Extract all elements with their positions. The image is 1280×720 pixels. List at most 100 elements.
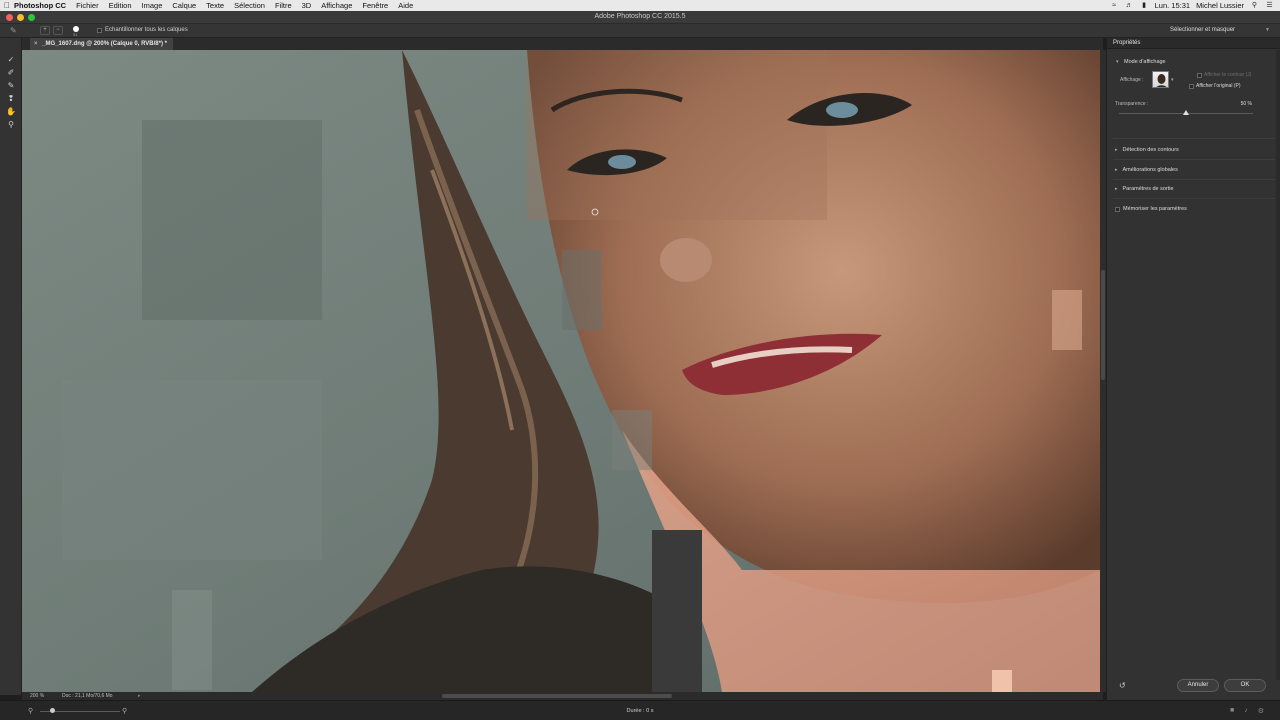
tools-panel: ✓ ✐ ✎ ❢ ✋ ⚲ [0, 38, 22, 695]
section-global-refinements[interactable]: ▸ Améliorations globales [1115, 167, 1178, 173]
menu-selection[interactable]: Sélection [234, 1, 265, 10]
display-label: Affichage : [1120, 77, 1144, 83]
sample-all-layers-label: Echantillonner tous les calques [105, 27, 188, 33]
workspace-select[interactable]: Sélectionner et masquer ▼ [1170, 26, 1270, 35]
brush-add-button[interactable]: + [40, 26, 50, 35]
menu-aide[interactable]: Aide [398, 1, 413, 10]
remember-settings-option[interactable]: Mémoriser les paramètres [1115, 206, 1187, 212]
brush-size-value: 31 [73, 32, 78, 37]
hand-tool-icon[interactable]: ✋ [5, 106, 17, 117]
remember-settings-checkbox[interactable] [1115, 206, 1120, 212]
reset-icon[interactable]: ↺ [1119, 681, 1126, 690]
chevron-right-icon: ▸ [1115, 167, 1118, 173]
section-output-settings-label: Paramètres de sortie [1122, 186, 1174, 192]
remember-settings-label: Mémoriser les paramètres [1123, 206, 1187, 212]
battery-icon[interactable]: ▮ [1140, 2, 1149, 10]
divider [1113, 179, 1275, 180]
doc-size-info: Doc : 21,1 Mo/70,6 Mo [62, 693, 113, 699]
view-mode-thumbnail[interactable] [1152, 71, 1169, 88]
menu-3d[interactable]: 3D [302, 1, 312, 10]
show-edge-label: Afficher le contour (J) [1204, 72, 1252, 78]
status-menu-arrow-icon[interactable]: ▸ [138, 692, 141, 700]
sample-all-layers-checkbox[interactable] [97, 27, 102, 33]
document-status-bar: 200 % Doc : 21,1 Mo/70,6 Mo ▸ [22, 692, 1103, 700]
chevron-right-icon: ▸ [1115, 147, 1118, 153]
transparency-slider[interactable] [1119, 110, 1253, 115]
divider [1113, 138, 1275, 139]
spotlight-search-icon[interactable]: ⚲ [1250, 2, 1259, 10]
cancel-button[interactable]: Annuler [1177, 679, 1219, 692]
brush-mode-buttons: + − [40, 26, 63, 35]
menu-calque[interactable]: Calque [172, 1, 196, 10]
divider [1113, 198, 1275, 199]
canvas-horizontal-scrollbar[interactable] [442, 694, 672, 698]
menu-affichage[interactable]: Affichage [321, 1, 352, 10]
menu-texte[interactable]: Texte [206, 1, 224, 10]
panel-scrollbar[interactable] [1276, 50, 1280, 680]
workspace-select-label: Sélectionner et masquer [1170, 27, 1236, 33]
chevron-right-icon: ▸ [1115, 186, 1118, 192]
properties-panel: Propriétés ▾ Mode d'affichage Affichage … [1106, 38, 1280, 700]
menu-fichier[interactable]: Fichier [76, 1, 99, 10]
section-output-settings[interactable]: ▸ Paramètres de sortie [1115, 186, 1174, 192]
notification-center-icon[interactable]: ☰ [1265, 2, 1274, 10]
zoom-in-icon[interactable]: ⚲ [122, 707, 127, 715]
show-original-option[interactable]: Afficher l'original (P) [1189, 83, 1241, 89]
refine-edge-brush-tool-icon[interactable]: ✎ [10, 26, 20, 36]
transparency-label: Transparence : [1115, 101, 1149, 107]
document-canvas[interactable] [22, 50, 1100, 692]
document-tab-label: _MG_1607.dng @ 200% (Calque 0, RVB/8*) * [42, 41, 167, 47]
wifi-icon[interactable]: ≈ [1110, 2, 1119, 10]
chevron-down-icon[interactable]: ▾ [1116, 59, 1119, 65]
show-edge-option[interactable]: Afficher le contour (J) [1197, 72, 1251, 78]
timeline-bar: ⚲ ⚲ Durée : 0 s ■ ♪ ⚙ [0, 700, 1280, 720]
scrollbar-thumb[interactable] [1101, 270, 1105, 380]
close-tab-icon[interactable]: × [34, 41, 38, 47]
menu-fenetre[interactable]: Fenêtre [362, 1, 388, 10]
divider [1113, 159, 1275, 160]
show-original-label: Afficher l'original (P) [1196, 83, 1241, 89]
menu-bar:  Photoshop CC Fichier Edition Image Cal… [0, 0, 1280, 11]
app-menu[interactable]: Photoshop CC [14, 1, 66, 10]
timeline-duration: Durée : 0 s [626, 708, 654, 714]
window-title: Adobe Photoshop CC 2015.5 [594, 13, 686, 20]
ok-button[interactable]: OK [1224, 679, 1266, 692]
lasso-tool-icon[interactable]: ❢ [5, 93, 17, 104]
volume-icon[interactable]: ♬ [1125, 2, 1134, 10]
brush-subtract-button[interactable]: − [53, 26, 63, 35]
render-video-icon[interactable]: ■ [1230, 707, 1234, 715]
document-tab-bar: × _MG_1607.dng @ 200% (Calque 0, RVB/8*)… [22, 38, 1103, 50]
timeline-zoom-slider[interactable] [40, 708, 120, 713]
section-global-refinements-label: Améliorations globales [1122, 167, 1178, 173]
timeline-controls: ■ ♪ ⚙ [1230, 707, 1264, 715]
zoom-level[interactable]: 200 % [30, 692, 44, 700]
quick-selection-tool-icon[interactable]: ✓ [5, 54, 17, 65]
menubar-clock[interactable]: Lun. 15:31 [1155, 1, 1190, 10]
menu-edition[interactable]: Edition [109, 1, 132, 10]
timeline-zoom-knob[interactable] [50, 708, 55, 713]
document-tab[interactable]: × _MG_1607.dng @ 200% (Calque 0, RVB/8*)… [30, 38, 173, 50]
zoom-out-icon[interactable]: ⚲ [28, 707, 33, 715]
chevron-down-icon[interactable]: ▾ [1171, 77, 1174, 83]
section-edge-detection[interactable]: ▸ Détection des contours [1115, 147, 1179, 153]
show-edge-checkbox[interactable] [1197, 72, 1202, 78]
refine-edge-brush-tool-icon[interactable]: ✐ [5, 67, 17, 78]
transparency-slider-knob[interactable] [1183, 110, 1189, 115]
brush-size-picker[interactable]: 31 [70, 25, 82, 37]
show-original-checkbox[interactable] [1189, 83, 1194, 89]
panel-title: Propriétés [1107, 38, 1280, 49]
settings-icon[interactable]: ⚙ [1258, 707, 1264, 715]
view-mode-section-title[interactable]: Mode d'affichage [1124, 59, 1166, 65]
brush-tool-icon[interactable]: ✎ [5, 80, 17, 91]
chevron-down-icon: ▼ [1265, 27, 1270, 33]
menu-filtre[interactable]: Filtre [275, 1, 292, 10]
transparency-value[interactable]: 50 % [1241, 101, 1252, 107]
section-edge-detection-label: Détection des contours [1122, 147, 1179, 153]
menu-image[interactable]: Image [142, 1, 163, 10]
zoom-tool-icon[interactable]: ⚲ [5, 119, 17, 130]
menubar-user[interactable]: Michel Lussier [1196, 1, 1244, 10]
mute-icon[interactable]: ♪ [1244, 707, 1248, 715]
apple-icon[interactable]:  [0, 1, 14, 10]
window-title-bar: Adobe Photoshop CC 2015.5 [0, 11, 1280, 24]
sample-all-layers-option[interactable]: Echantillonner tous les calques [97, 27, 188, 33]
